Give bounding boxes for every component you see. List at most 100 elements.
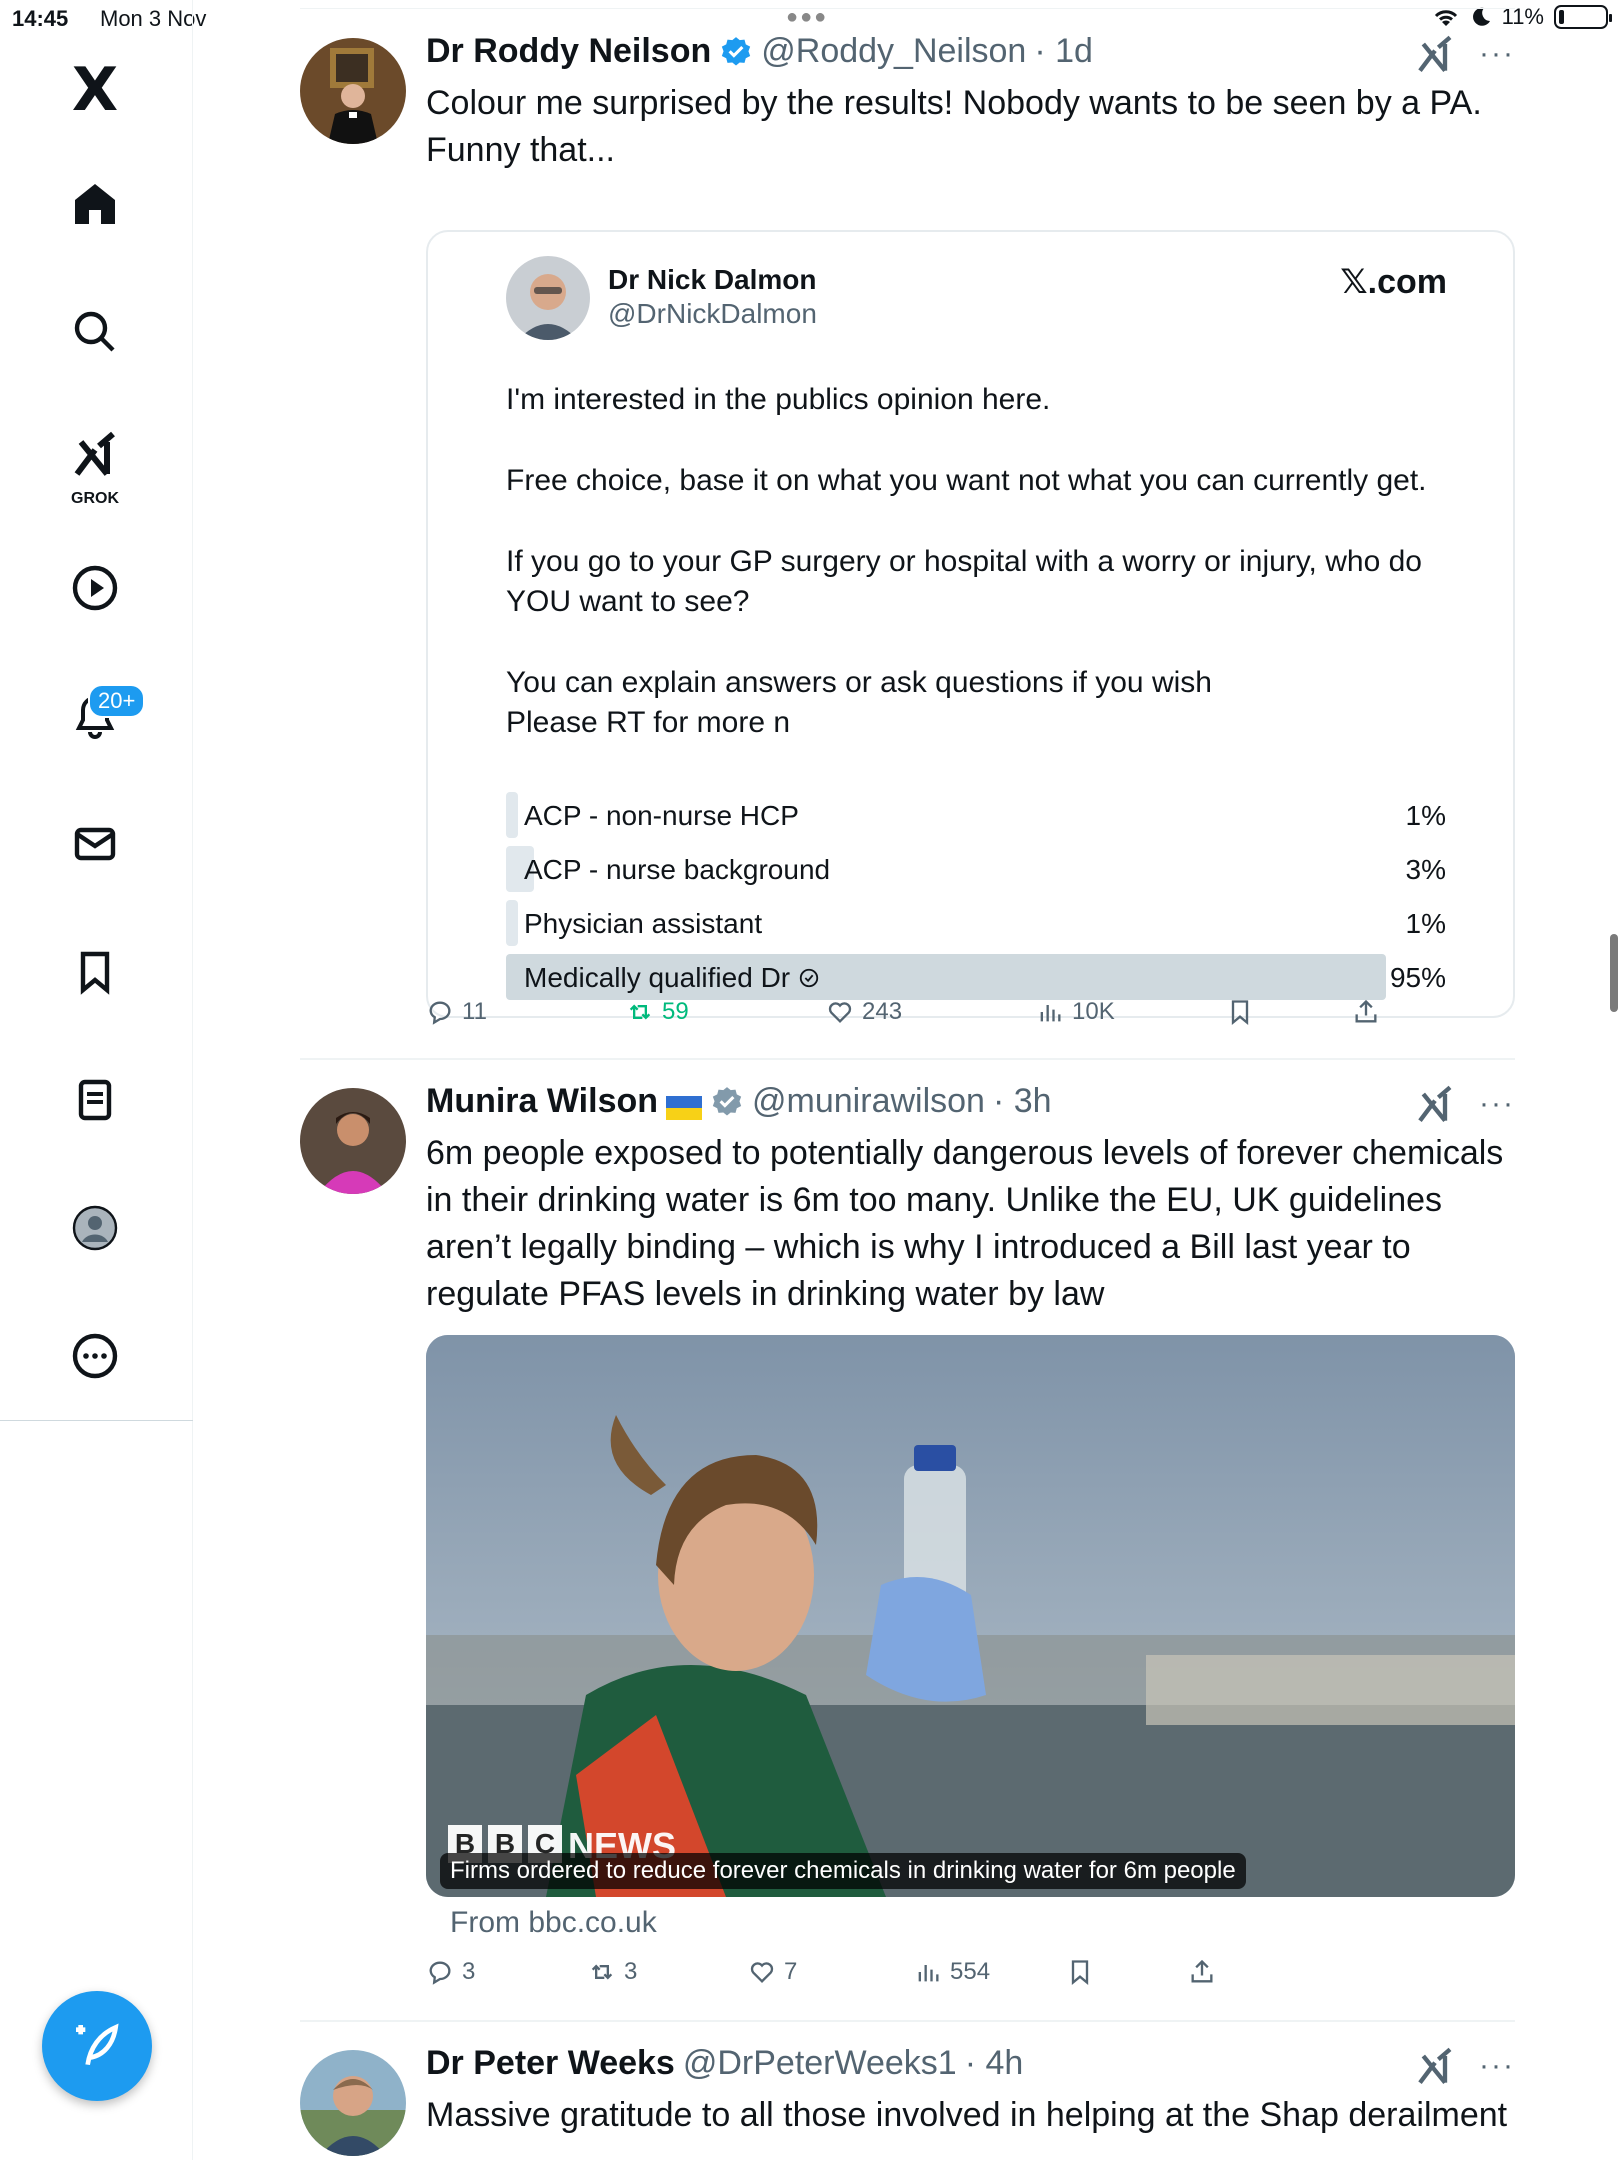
more-options-icon[interactable]: ··· xyxy=(1479,1087,1515,1121)
poll-option-percent: 3% xyxy=(1405,854,1446,885)
quoted-avatar[interactable] xyxy=(506,256,590,340)
timeline-top-divider xyxy=(300,8,1515,9)
repost-icon xyxy=(591,1964,613,1980)
repost-button[interactable]: 59 xyxy=(626,998,689,1026)
grok-icon[interactable]: GROK xyxy=(55,418,135,508)
compose-icon xyxy=(76,2023,119,2066)
share-icon xyxy=(1191,1959,1213,1983)
author-handle[interactable]: @Roddy_Neilson xyxy=(761,32,1026,71)
quoted-author-handle: @DrNickDalmon xyxy=(608,298,817,329)
poll-option-label-winner: Medically qualified Dr xyxy=(524,962,820,994)
reply-button[interactable]: 11 xyxy=(426,998,487,1026)
share-button[interactable] xyxy=(1188,1958,1216,1986)
quoted-author-name: Dr Nick Dalmon xyxy=(608,264,817,295)
tweet-time[interactable]: · 1d xyxy=(1034,32,1093,71)
profile-icon[interactable] xyxy=(55,1188,135,1268)
views-button[interactable]: 554 xyxy=(914,1958,990,1986)
sidebar-divider xyxy=(0,1420,193,1421)
like-button[interactable]: 7 xyxy=(748,1958,797,1986)
avatar[interactable] xyxy=(300,1088,406,1194)
x-com-logo: 𝕏.com xyxy=(1340,263,1447,301)
reply-icon xyxy=(429,1001,451,1025)
views-button[interactable]: 10K xyxy=(1036,998,1115,1026)
quoted-paragraph: Please RT for more n xyxy=(506,706,791,739)
share-button[interactable] xyxy=(1352,998,1380,1026)
poll-option-percent: 1% xyxy=(1405,908,1446,939)
tweet-time[interactable]: · 3h xyxy=(993,1082,1052,1121)
tweet-text: Massive gratitude to all those involved … xyxy=(426,2096,1508,2134)
poll-option-label: Physician assistant xyxy=(524,908,763,939)
bookmark-icon[interactable] xyxy=(55,932,135,1012)
news-photo xyxy=(426,1335,1515,1897)
tweet-time[interactable]: · 4h xyxy=(965,2044,1024,2083)
poll-option-label: ACP - nurse background xyxy=(524,854,831,885)
views-icon xyxy=(918,1965,939,1982)
reply-button[interactable]: 3 xyxy=(426,1958,475,1986)
multitask-dots-icon[interactable]: ●●● xyxy=(786,6,828,29)
quoted-paragraph: If you go to your GP surgery or hospital… xyxy=(506,545,1422,618)
bookmark-button[interactable] xyxy=(1226,998,1254,1026)
link-card-image[interactable]: BBC NEWS Firms ordered to reduce forever… xyxy=(426,1335,1515,1897)
mail-icon[interactable] xyxy=(55,804,135,884)
search-icon[interactable] xyxy=(55,292,135,372)
poll-option: Physician assistant 1% xyxy=(506,900,1446,946)
grok-icon[interactable] xyxy=(1415,1084,1455,1124)
author-handle[interactable]: @munirawilson xyxy=(752,1082,985,1121)
tweet-top-actions: ··· xyxy=(1415,2046,1515,2086)
scrollbar[interactable] xyxy=(1610,934,1618,1012)
repost-icon xyxy=(629,1004,651,1020)
author-handle[interactable]: @DrPeterWeeks1 xyxy=(683,2044,957,2083)
quoted-paragraph: You can explain answers or ask questions… xyxy=(506,666,1212,699)
wifi-icon xyxy=(1434,10,1457,26)
play-icon[interactable] xyxy=(55,548,135,628)
tweet-header: Munira Wilson @munirawilson · 3h xyxy=(426,1082,1052,1121)
compose-button[interactable] xyxy=(42,1991,152,2101)
ukraine-flag-icon xyxy=(666,1090,703,1120)
home-icon[interactable] xyxy=(55,164,135,244)
poll-bar xyxy=(506,900,518,946)
author-name[interactable]: Munira Wilson xyxy=(426,1082,658,1121)
x-logo-icon[interactable]: X xyxy=(55,50,135,130)
grok-icon[interactable] xyxy=(1415,2046,1455,2086)
grok-label: GROK xyxy=(71,490,119,507)
poll-option-percent: 95% xyxy=(1389,962,1446,993)
notification-badge: 20+ xyxy=(88,684,146,718)
tweet-text: 6m people exposed to potentially dangero… xyxy=(426,1134,1504,1313)
grok-icon[interactable] xyxy=(1415,34,1455,74)
heart-icon xyxy=(828,1002,852,1023)
tweet-top-actions: ··· xyxy=(1415,34,1515,74)
quoted-text: I'm interested in the publics opinion he… xyxy=(506,380,1466,743)
avatar[interactable] xyxy=(300,38,406,144)
more-icon[interactable] xyxy=(55,1316,135,1396)
tweet-text: Colour me surprised by the results! Nobo… xyxy=(426,84,1482,169)
link-source[interactable]: From bbc.co.uk xyxy=(450,1906,657,1940)
quoted-paragraph: Free choice, base it on what you want no… xyxy=(506,464,1427,497)
author-name[interactable]: Dr Roddy Neilson xyxy=(426,32,711,71)
verified-badge-icon xyxy=(722,36,751,65)
quoted-tweet-card[interactable]: Dr Nick Dalmon @DrNickDalmon 𝕏.com I'm i… xyxy=(426,230,1515,1018)
repost-button[interactable]: 3 xyxy=(588,1958,637,1986)
tweet-header: Dr Roddy Neilson @Roddy_Neilson · 1d xyxy=(426,32,1093,71)
more-options-icon[interactable]: ··· xyxy=(1479,2049,1515,2083)
battery-icon xyxy=(1554,5,1612,29)
bookmark-icon xyxy=(1231,1000,1249,1025)
more-options-icon[interactable]: ··· xyxy=(1479,37,1515,71)
author-name[interactable]: Dr Peter Weeks xyxy=(426,2044,675,2083)
poll-option-label: ACP - non-nurse HCP xyxy=(524,800,799,831)
poll: ACP - non-nurse HCP 1% ACP - nurse backg… xyxy=(506,792,1446,1008)
link-card-caption: Firms ordered to reduce forever chemical… xyxy=(440,1853,1246,1889)
heart-icon xyxy=(750,1962,774,1983)
tweet-divider xyxy=(300,2020,1515,2022)
views-icon xyxy=(1040,1005,1061,1022)
bookmark-button[interactable] xyxy=(1066,1958,1094,1986)
reply-icon xyxy=(429,1961,451,1985)
like-button[interactable]: 243 xyxy=(826,998,902,1026)
avatar[interactable] xyxy=(300,2050,406,2156)
tweet-top-actions: ··· xyxy=(1415,1084,1515,1124)
tweet-divider xyxy=(300,1058,1515,1060)
quoted-paragraph: I'm interested in the publics opinion he… xyxy=(506,383,1051,416)
tweet-header: Dr Peter Weeks @DrPeterWeeks1 · 4h xyxy=(426,2044,1023,2083)
poll-option: ACP - nurse background 3% xyxy=(506,846,1446,892)
poll-option: Medically qualified Dr 95% xyxy=(506,954,1446,1000)
list-icon[interactable] xyxy=(55,1060,135,1140)
